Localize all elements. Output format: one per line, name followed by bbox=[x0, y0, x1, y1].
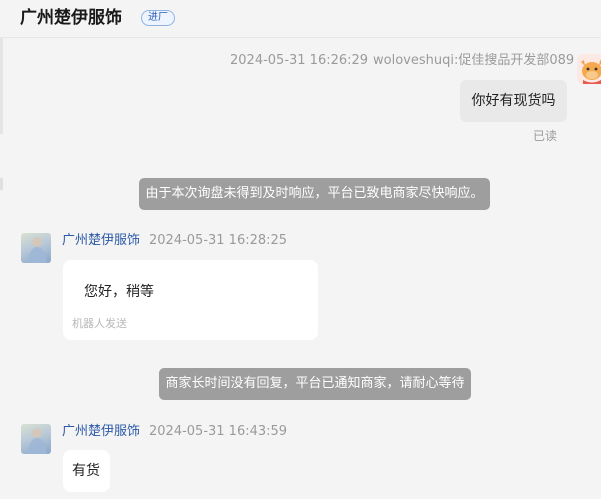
message-text: 您好，稍等 bbox=[84, 284, 154, 300]
message-timestamp: 2024-05-31 16:43:59 bbox=[149, 424, 288, 439]
system-notice: 商家长时间没有回复，平台已通知商家，请耐心等待 bbox=[159, 368, 471, 400]
message-bubble-shop[interactable]: 有货 bbox=[63, 450, 110, 492]
message-timestamp: 2024-05-31 16:28:25 bbox=[149, 233, 288, 248]
factory-badge[interactable]: 进厂 bbox=[141, 10, 175, 26]
shop-photo-icon bbox=[27, 237, 47, 263]
left-panel-edge bbox=[0, 38, 3, 134]
robot-sent-note: 机器人发送 bbox=[72, 317, 127, 330]
shop-avatar[interactable] bbox=[21, 233, 51, 263]
message-timestamp: 2024-05-31 16:26:29 bbox=[230, 53, 369, 68]
left-panel-tick bbox=[0, 178, 3, 190]
message-bubble-self[interactable]: 你好有现货吗 bbox=[460, 80, 567, 122]
message-sender[interactable]: 广州楚伊服饰 bbox=[62, 423, 140, 441]
read-status: 已读 bbox=[533, 129, 558, 143]
message-bubble-shop[interactable]: 您好，稍等 机器人发送 bbox=[63, 260, 318, 340]
shop-avatar[interactable] bbox=[21, 424, 51, 454]
message-sender[interactable]: 广州楚伊服饰 bbox=[62, 232, 140, 250]
system-notice: 由于本次询盘未得到及时响应，平台已致电商家尽快响应。 bbox=[139, 178, 490, 210]
self-avatar[interactable] bbox=[577, 54, 601, 84]
message-sender: woloveshuqi:促佳搜品开发部089 bbox=[373, 53, 575, 68]
shop-title[interactable]: 广州楚伊服饰 bbox=[20, 6, 122, 30]
cow-icon bbox=[577, 54, 601, 84]
message-text: 有货 bbox=[72, 463, 100, 479]
chat-header: 广州楚伊服饰 进厂 bbox=[0, 0, 601, 38]
shop-photo-icon bbox=[27, 428, 47, 454]
